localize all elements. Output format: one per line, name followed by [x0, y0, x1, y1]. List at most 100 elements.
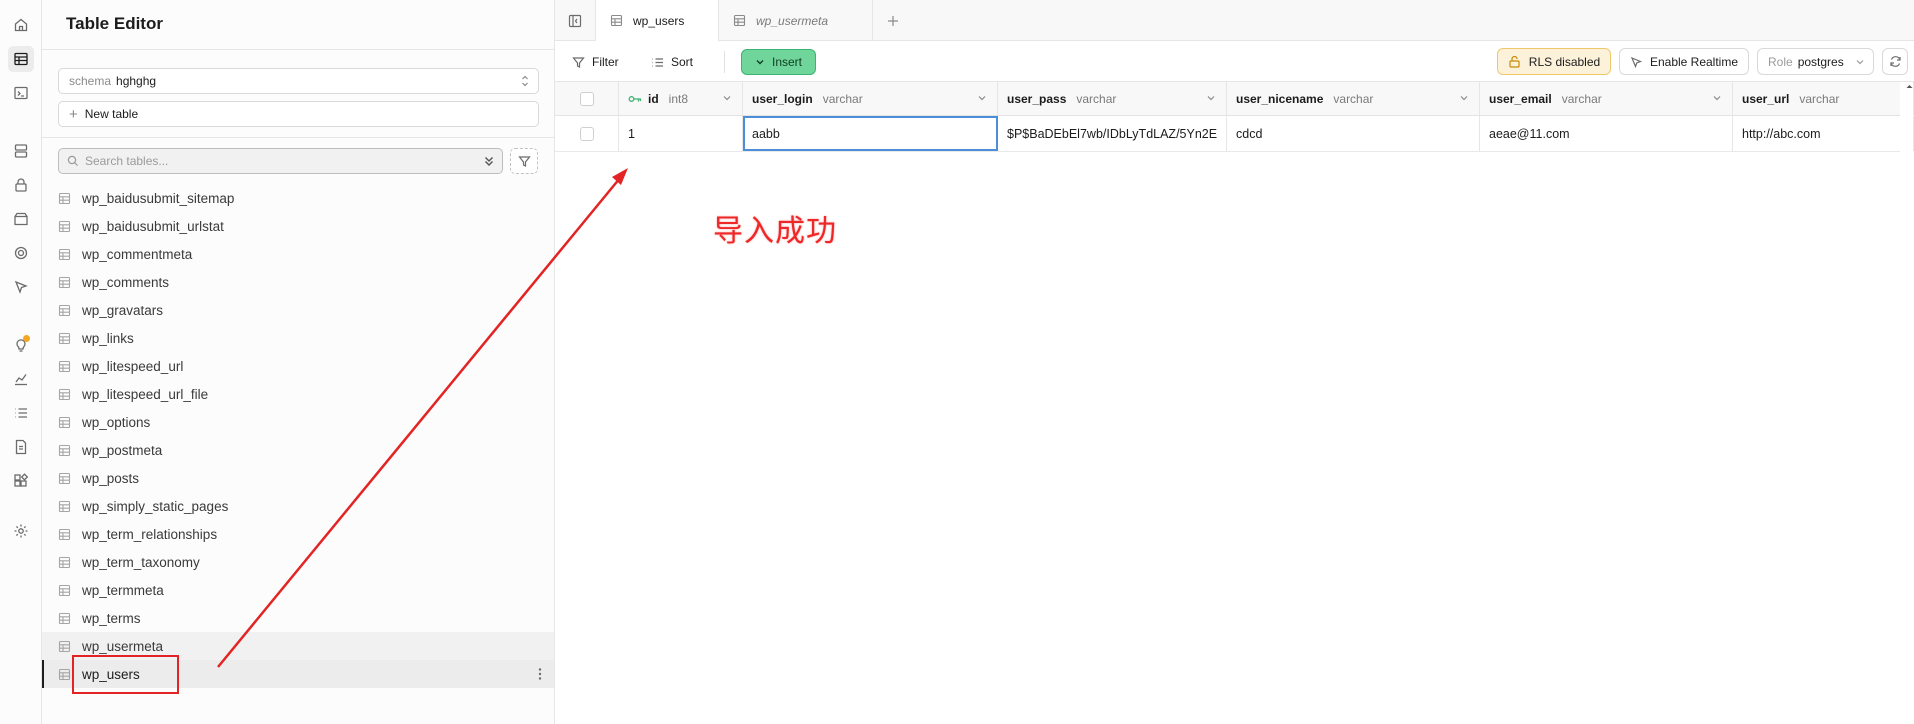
notification-dot — [23, 335, 30, 342]
chevron-down-icon[interactable] — [1206, 93, 1216, 103]
table-icon — [58, 360, 71, 373]
filter-label: Filter — [592, 55, 619, 69]
advisors-lightbulb-icon[interactable] — [8, 332, 34, 358]
refresh-button[interactable] — [1882, 48, 1908, 75]
select-all-checkbox[interactable] — [579, 91, 594, 106]
chevrons-down-icon[interactable] — [482, 154, 496, 168]
column-header-user-pass[interactable]: user_pass varchar — [998, 82, 1227, 115]
column-header-id[interactable]: id int8 — [619, 82, 743, 115]
sidebar-table-item[interactable]: wp_termmeta — [42, 576, 554, 604]
integrations-icon[interactable] — [8, 468, 34, 494]
table-icon — [58, 304, 71, 317]
chevron-down-icon[interactable] — [1712, 93, 1722, 103]
search-tables-input[interactable] — [85, 154, 494, 168]
annotation-highlight-box — [72, 655, 179, 694]
plus-icon: + — [69, 105, 78, 123]
new-table-button[interactable]: + New table — [58, 101, 539, 127]
schema-label: schema — [69, 74, 112, 88]
cell-user-login[interactable]: aabb — [743, 116, 998, 151]
tab-label: wp_users — [633, 13, 685, 28]
cell-user-url[interactable]: http://abc.com — [1733, 116, 1914, 151]
tab-wp-users[interactable]: wp_users — [596, 0, 719, 42]
edge-functions-icon[interactable] — [8, 240, 34, 266]
vertical-scrollbar[interactable] — [1905, 82, 1914, 724]
sidebar-table-item[interactable]: wp_gravatars — [42, 296, 554, 324]
rls-disabled-button[interactable]: RLS disabled — [1497, 48, 1611, 75]
sidebar-table-item[interactable]: wp_term_taxonomy — [42, 548, 554, 576]
sidebar-table-item[interactable]: wp_litespeed_url — [42, 352, 554, 380]
sidebar-table-item[interactable]: wp_posts — [42, 464, 554, 492]
sidebar-table-item[interactable]: wp_terms — [42, 604, 554, 632]
table-name: wp_commentmeta — [82, 246, 193, 262]
sidebar-table-item[interactable]: wp_baidusubmit_urlstat — [42, 212, 554, 240]
sidebar-table-item[interactable]: wp_postmeta — [42, 436, 554, 464]
realtime-label: Enable Realtime — [1649, 54, 1739, 69]
sidebar-table-item[interactable]: wp_baidusubmit_sitemap — [42, 184, 554, 212]
add-tab-button[interactable] — [873, 0, 913, 41]
logs-list-icon[interactable] — [8, 400, 34, 426]
cell-user-pass[interactable]: $P$BaDEbEl7wb/IDbLyTdLAZ/5Yn2E — [998, 116, 1227, 151]
row-checkbox[interactable] — [579, 126, 594, 141]
sql-editor-icon[interactable] — [8, 80, 34, 106]
pointer-icon — [1630, 56, 1642, 68]
header-divider — [42, 49, 554, 50]
column-name: user_pass — [1007, 91, 1067, 106]
column-header-user-login[interactable]: user_login varchar — [743, 82, 998, 115]
filter-button[interactable]: Filter — [572, 49, 619, 75]
column-name: user_nicename — [1236, 91, 1324, 106]
chevron-down-icon[interactable] — [722, 93, 732, 103]
toggle-sidebar-button[interactable] — [555, 0, 596, 41]
sidebar-table-item[interactable]: wp_term_relationships — [42, 520, 554, 548]
home-icon[interactable] — [8, 12, 34, 38]
column-header-user-email[interactable]: user_email varchar — [1480, 82, 1733, 115]
auth-lock-icon[interactable] — [8, 172, 34, 198]
table-name: wp_posts — [82, 470, 140, 486]
sidebar-table-item[interactable]: wp_simply_static_pages — [42, 492, 554, 520]
sidebar-table-item[interactable]: wp_links — [42, 324, 554, 352]
sort-label: Sort — [671, 55, 694, 69]
sidebar-table-item[interactable]: wp_commentmeta — [42, 240, 554, 268]
storage-icon[interactable] — [8, 206, 34, 232]
sidebar-table-item[interactable]: wp_litespeed_url_file — [42, 380, 554, 408]
chevron-up-down-icon — [519, 74, 531, 88]
table-list: wp_baidusubmit_sitemap wp_baidusubmit_url… — [42, 184, 554, 688]
icon-rail — [0, 0, 42, 724]
table-row[interactable]: 1 aabb $P$BaDEbEl7wb/IDbLyTdLAZ/5Yn2E cdcd a… — [555, 116, 1914, 152]
chevron-down-icon[interactable] — [1459, 93, 1469, 103]
sort-lines-icon — [651, 56, 664, 69]
api-docs-icon[interactable] — [8, 434, 34, 460]
table-icon — [58, 276, 71, 289]
filter-tables-button[interactable] — [510, 148, 538, 174]
column-type: varchar — [1333, 91, 1374, 106]
schema-select[interactable]: schema hghghg — [58, 68, 539, 94]
plus-icon — [887, 15, 899, 27]
tab-wp-usermeta[interactable]: wp_usermeta — [719, 0, 873, 41]
cell-user-email[interactable]: aeae@11.com — [1480, 116, 1733, 151]
settings-gear-icon[interactable] — [8, 518, 34, 544]
role-select[interactable]: Role postgres — [1757, 48, 1874, 75]
table-name: wp_usermeta — [82, 638, 164, 654]
enable-realtime-button[interactable]: Enable Realtime — [1619, 48, 1749, 75]
insert-button[interactable]: Insert — [741, 49, 816, 75]
sidebar-table-item[interactable]: wp_comments — [42, 268, 554, 296]
search-icon — [67, 155, 79, 167]
realtime-pointer-icon[interactable] — [8, 274, 34, 300]
table-icon — [58, 584, 71, 597]
more-options-icon[interactable] — [538, 667, 542, 681]
chevron-down-icon[interactable] — [977, 93, 987, 103]
cell-user-nicename[interactable]: cdcd — [1227, 116, 1480, 151]
table-name: wp_baidusubmit_urlstat — [82, 218, 224, 234]
table-name: wp_term_taxonomy — [82, 554, 200, 570]
table-editor-icon[interactable] — [8, 46, 34, 72]
sort-button[interactable]: Sort — [651, 49, 693, 75]
table-name: wp_terms — [82, 610, 141, 626]
table-name: wp_litespeed_url — [82, 358, 184, 374]
role-label: Role — [1768, 54, 1793, 69]
reports-chart-icon[interactable] — [8, 366, 34, 392]
cell-id[interactable]: 1 — [619, 116, 743, 151]
column-header-user-nicename[interactable]: user_nicename varchar — [1227, 82, 1480, 115]
sidebar-table-item[interactable]: wp_options — [42, 408, 554, 436]
database-icon[interactable] — [8, 138, 34, 164]
column-type: varchar — [822, 91, 863, 106]
column-header-user-url[interactable]: user_url varchar — [1733, 82, 1914, 115]
